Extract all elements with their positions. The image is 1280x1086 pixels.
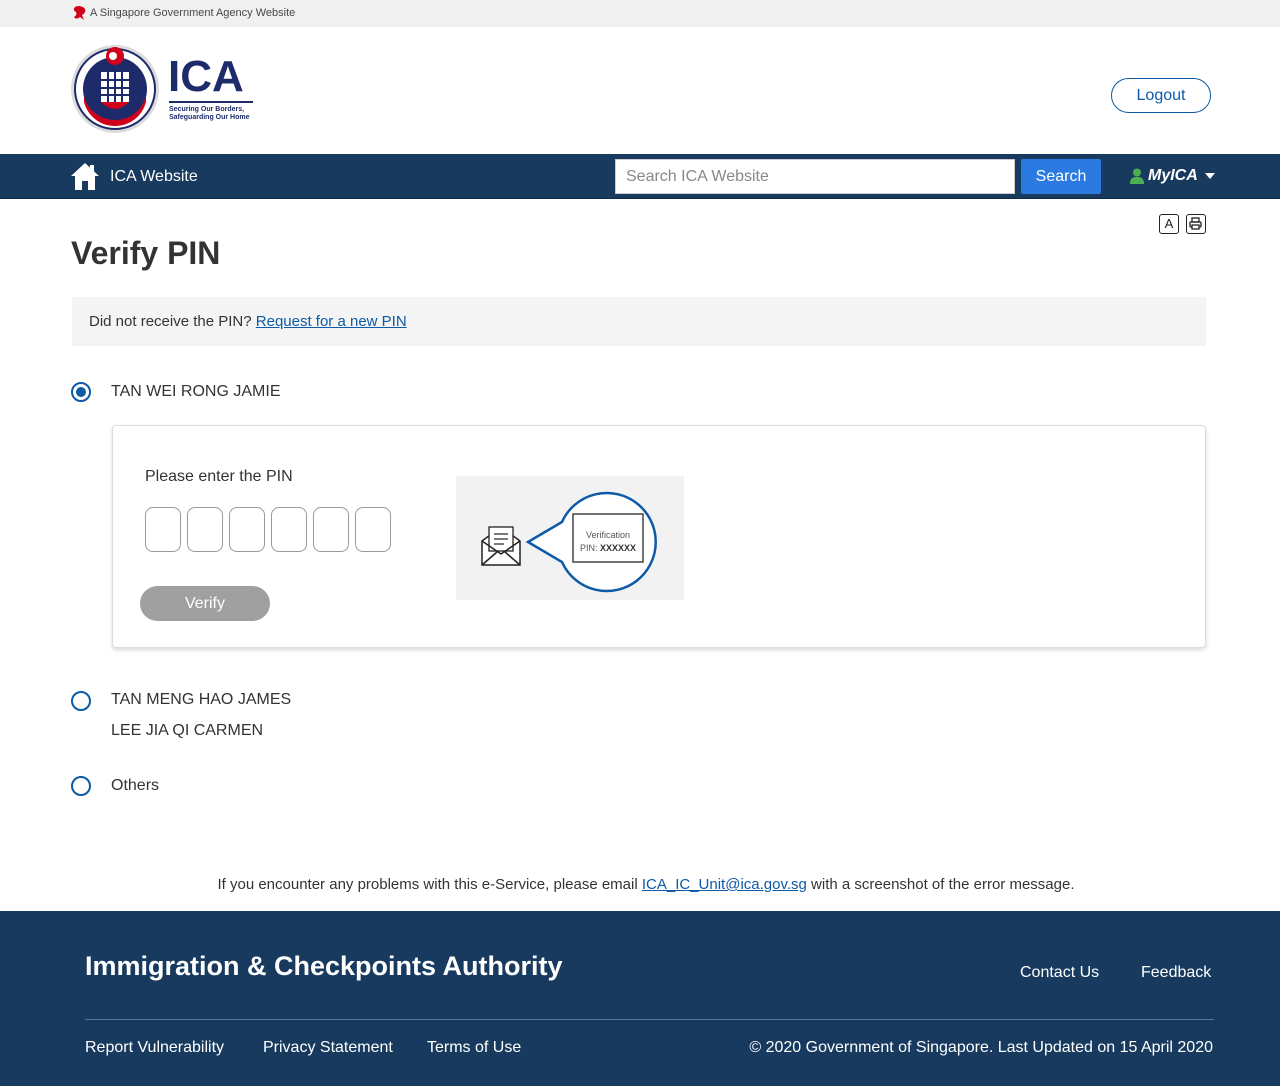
help-text-before: If you encounter any problems with this …	[217, 876, 642, 893]
search-button[interactable]: Search	[1021, 159, 1101, 194]
print-icon[interactable]	[1186, 214, 1206, 234]
pin-info-text: Did not receive the PIN? Request for a n…	[89, 313, 407, 330]
radio-option-3[interactable]	[71, 776, 91, 796]
home-icon[interactable]	[70, 162, 100, 191]
main-navbar: ICA Website Search MyICA	[0, 154, 1280, 199]
page-title: Verify PIN	[71, 235, 221, 271]
pin-digit-6[interactable]	[355, 507, 391, 552]
footer-report-vulnerability-link[interactable]: Report Vulnerability	[85, 1039, 224, 1057]
help-message: If you encounter any problems with this …	[0, 876, 1280, 893]
nav-home-link[interactable]: ICA Website	[110, 168, 198, 186]
option-2-sub-label: LEE JIA QI CARMEN	[111, 722, 264, 739]
option-3-label[interactable]: Others	[111, 777, 159, 795]
footer-divider	[85, 1019, 1214, 1020]
footer-feedback-link[interactable]: Feedback	[1141, 964, 1211, 982]
site-footer: Immigration & Checkpoints Authority Cont…	[0, 911, 1280, 1086]
pin-info-bar: Did not receive the PIN? Request for a n…	[72, 297, 1206, 346]
radio-option-2[interactable]	[71, 691, 91, 711]
ica-crest-icon[interactable]	[70, 44, 160, 134]
illustration-caption-line-2: PIN: XXXXXX	[573, 543, 643, 553]
pin-digit-3[interactable]	[229, 507, 265, 552]
logo-tagline: Securing Our Borders, Safeguarding Our H…	[169, 106, 269, 122]
radio-option-1[interactable]	[71, 382, 91, 402]
singapore-lion-icon	[73, 5, 86, 20]
pin-entry-card: Please enter the PIN Verify Verification…	[112, 425, 1206, 648]
footer-contact-link[interactable]: Contact Us	[1020, 964, 1099, 982]
myica-label: MyICA	[1148, 167, 1198, 184]
option-2-label[interactable]: TAN MENG HAO JAMES	[111, 691, 291, 709]
footer-title: Immigration & Checkpoints Authority	[85, 951, 563, 981]
government-masthead: A Singapore Government Agency Website	[0, 0, 1280, 27]
footer-privacy-link[interactable]: Privacy Statement	[263, 1039, 393, 1057]
logo-underline	[169, 101, 253, 103]
ica-logo-text[interactable]: ICA	[168, 55, 244, 99]
site-header: ICA Securing Our Borders, Safeguarding O…	[0, 27, 1280, 154]
user-icon	[1130, 168, 1144, 184]
pin-digit-5[interactable]	[313, 507, 349, 552]
verification-illustration: Verification PIN: XXXXXX	[456, 476, 684, 600]
pin-info-message: Did not receive the PIN?	[89, 313, 252, 330]
illustration-pin-value: XXXXXX	[599, 543, 637, 553]
verify-button[interactable]: Verify	[140, 586, 270, 621]
footer-terms-link[interactable]: Terms of Use	[427, 1039, 521, 1057]
footer-copyright: © 2020 Government of Singapore. Last Upd…	[749, 1039, 1213, 1056]
pin-digit-2[interactable]	[187, 507, 223, 552]
request-new-pin-link[interactable]: Request for a new PIN	[256, 313, 407, 330]
logout-button[interactable]: Logout	[1111, 78, 1211, 113]
help-text-after: with a screenshot of the error message.	[806, 876, 1075, 893]
pin-entry-label: Please enter the PIN	[145, 468, 293, 485]
help-email-link[interactable]: ICA_IC_Unit@ica.gov.sg	[642, 876, 807, 893]
myica-menu[interactable]: MyICA	[1130, 167, 1215, 185]
logo-tagline-line-1: Securing Our Borders,	[169, 106, 245, 113]
pin-digit-4[interactable]	[271, 507, 307, 552]
masthead-text: A Singapore Government Agency Website	[90, 7, 296, 19]
illustration-pin-prefix: PIN:	[579, 543, 600, 553]
pin-digit-1[interactable]	[145, 507, 181, 552]
chevron-down-icon	[1204, 173, 1215, 179]
illustration-caption-line-1: Verification	[585, 530, 631, 540]
logo-tagline-line-2: Safeguarding Our Home	[169, 114, 250, 121]
option-1-label[interactable]: TAN WEI RONG JAMIE	[111, 383, 280, 401]
search-input[interactable]	[615, 159, 1015, 194]
font-size-icon[interactable]: A	[1159, 214, 1179, 234]
envelope-icon	[481, 491, 657, 593]
